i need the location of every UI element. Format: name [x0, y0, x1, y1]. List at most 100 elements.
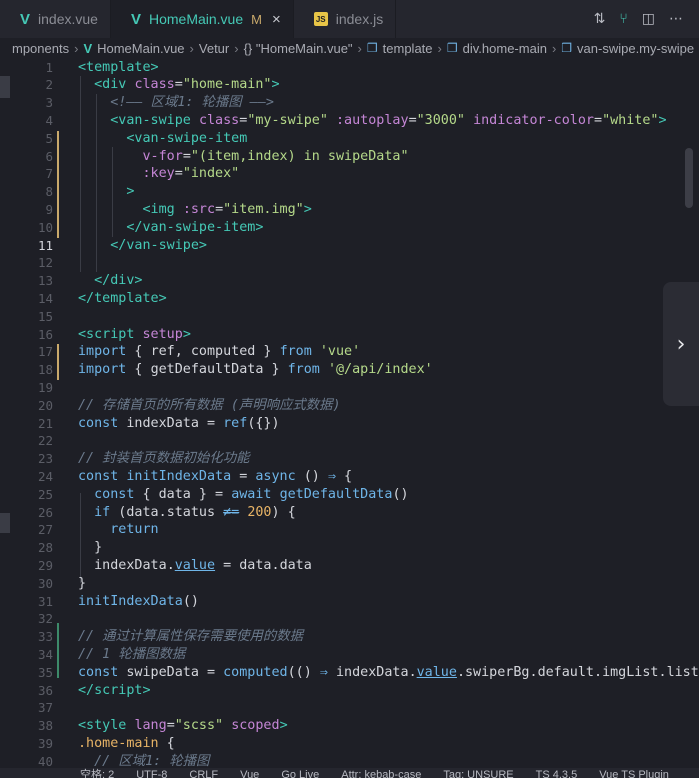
breadcrumb-item[interactable]: mponents — [12, 41, 69, 56]
code-text[interactable]: <img :src="item.img"> — [78, 201, 312, 219]
code-line[interactable]: 20 // 存储首页的所有数据 (声明响应式数据) — [0, 397, 699, 415]
status-item[interactable]: Vue TS Plugin — [599, 768, 669, 778]
code-line[interactable]: 12 — [0, 254, 699, 272]
code-text[interactable]: </van-swipe-item> — [78, 219, 263, 237]
code-line[interactable]: 3 <!—— 区域1: 轮播图 ——> — [0, 94, 699, 112]
code-line[interactable]: 25 const { data } = await getDefaultData… — [0, 486, 699, 504]
code-line[interactable]: 19 — [0, 379, 699, 397]
close-tab-icon[interactable]: × — [272, 11, 281, 28]
code-text[interactable]: <template> — [78, 59, 159, 77]
code-text[interactable]: const { data } = await getDefaultData() — [78, 486, 408, 504]
code-line[interactable]: 14 </template> — [0, 290, 699, 308]
tab-index-js[interactable]: JS index.js — [293, 0, 397, 38]
code-line[interactable]: 1 <template> — [0, 59, 699, 77]
code-text[interactable]: <van-swipe class="my-swipe" :autoplay="3… — [78, 112, 666, 130]
status-item[interactable]: CRLF — [189, 768, 218, 778]
more-icon[interactable]: ⋯ — [669, 11, 683, 27]
code-text[interactable]: } — [78, 575, 86, 593]
code-line[interactable]: 24 const initIndexData = async () ⇒ { — [0, 468, 699, 486]
code-text[interactable]: import { getDefaultData } from '@/api/in… — [78, 361, 433, 379]
status-item[interactable]: Go Live — [281, 768, 319, 778]
code-text[interactable]: .home-main { — [78, 735, 175, 753]
code-line[interactable]: 18 import { getDefaultData } from '@/api/… — [0, 361, 699, 379]
code-text[interactable]: if (data.status ≠= 200) { — [78, 504, 296, 522]
code-text[interactable]: // 1 轮播图数据 — [78, 646, 185, 664]
code-text[interactable]: const swipeData = computed(() ⇒ indexDat… — [78, 664, 699, 682]
code-line[interactable]: 36 </script> — [0, 682, 699, 700]
code-line[interactable]: 35 const swipeData = computed(() ⇒ indexD… — [0, 664, 699, 682]
code-text[interactable]: > — [78, 183, 134, 201]
code-line[interactable]: 38 <style lang="scss" scoped> — [0, 717, 699, 735]
status-item[interactable]: UTF-8 — [136, 768, 167, 778]
code-text[interactable]: // 通过计算属性保存需要使用的数据 — [78, 628, 303, 646]
code-text[interactable]: } — [78, 539, 102, 557]
code-text[interactable]: // 存储首页的所有数据 (声明响应式数据) — [78, 397, 341, 415]
code-text[interactable]: <style lang="scss" scoped> — [78, 717, 288, 735]
code-text[interactable]: // 封装首页数据初始化功能 — [78, 450, 249, 468]
code-line[interactable]: 29 indexData.value = data.data — [0, 557, 699, 575]
code-text[interactable]: return — [78, 521, 158, 539]
code-line[interactable]: 2 <div class="home-main"> — [0, 76, 699, 94]
code-line[interactable]: 7 :key="index" — [0, 165, 699, 183]
code-text[interactable]: :key="index" — [78, 165, 240, 183]
vertical-scrollbar[interactable] — [685, 148, 693, 208]
breadcrumb-item[interactable]: div.home-main — [463, 41, 547, 56]
code-line[interactable]: 13 </div> — [0, 272, 699, 290]
code-line[interactable]: 30} — [0, 575, 699, 593]
status-item[interactable]: Attr: kebab-case — [341, 768, 421, 778]
code-text[interactable]: <van-swipe-item — [78, 130, 247, 148]
code-text[interactable]: <script setup> — [78, 326, 191, 344]
code-text[interactable]: <div class="home-main"> — [78, 76, 279, 94]
status-item[interactable]: Tag: UNSURE — [443, 768, 513, 778]
code-line[interactable]: 27 return — [0, 521, 699, 539]
code-line[interactable]: 9 <img :src="item.img"> — [0, 201, 699, 219]
code-line[interactable]: 8 > — [0, 183, 699, 201]
code-line[interactable]: 21 const indexData = ref({}) — [0, 415, 699, 433]
breadcrumb-item[interactable]: {} "HomeMain.vue" — [244, 41, 353, 56]
branch-icon[interactable]: ⑂ — [619, 11, 627, 27]
code-text[interactable]: <!—— 区域1: 轮播图 ——> — [78, 94, 274, 112]
code-text[interactable]: </van-swipe> — [78, 237, 207, 255]
code-line[interactable]: 16 <script setup> — [0, 326, 699, 344]
code-text[interactable]: </div> — [78, 272, 142, 290]
split-editor-icon[interactable]: ◫ — [642, 11, 655, 27]
tab-homemain-vue[interactable]: V HomeMain.vue M × — [110, 0, 294, 38]
code-line[interactable]: 34 // 1 轮播图数据 — [0, 646, 699, 664]
status-item[interactable]: 空格: 2 — [80, 768, 114, 778]
code-line[interactable]: 32 — [0, 610, 699, 628]
next-page-button[interactable]: › — [663, 282, 699, 406]
breadcrumb-item[interactable]: template — [383, 41, 433, 56]
code-line[interactable]: 17 import { ref, computed } from 'vue' — [0, 343, 699, 361]
code-line[interactable]: 4 <van-swipe class="my-swipe" :autoplay=… — [0, 112, 699, 130]
breadcrumb-item[interactable]: HomeMain.vue — [97, 41, 184, 56]
tab-label: index.js — [335, 11, 384, 27]
code-line[interactable]: 31 initIndexData() — [0, 593, 699, 611]
code-line[interactable]: 15 — [0, 308, 699, 326]
code-text[interactable]: v-for="(item,index) in swipeData" — [78, 148, 409, 166]
code-line[interactable]: 37 — [0, 699, 699, 717]
code-line[interactable]: 23 // 封装首页数据初始化功能 — [0, 450, 699, 468]
status-item[interactable]: Vue — [240, 768, 259, 778]
tab-index-vue[interactable]: V index.vue — [0, 0, 111, 38]
code-line[interactable]: 33 // 通过计算属性保存需要使用的数据 — [0, 628, 699, 646]
code-line[interactable]: 11 </van-swipe> — [0, 237, 699, 255]
code-text[interactable]: indexData.value = data.data — [78, 557, 312, 575]
breadcrumb-item[interactable]: Vetur — [199, 41, 229, 56]
code-line[interactable]: 5 <van-swipe-item — [0, 130, 699, 148]
code-line[interactable]: 26 if (data.status ≠= 200) { — [0, 504, 699, 522]
code-line[interactable]: 10 </van-swipe-item> — [0, 219, 699, 237]
breadcrumb-item[interactable]: van-swipe.my-swipe — [577, 41, 694, 56]
compare-icon[interactable]: ⇅ — [594, 11, 606, 27]
code-text[interactable]: initIndexData() — [78, 593, 199, 611]
code-text[interactable]: import { ref, computed } from 'vue' — [78, 343, 360, 361]
code-text[interactable]: const indexData = ref({}) — [78, 415, 280, 433]
code-text[interactable]: </template> — [78, 290, 167, 308]
code-line[interactable]: 39 .home-main { — [0, 735, 699, 753]
code-line[interactable]: 6 v-for="(item,index) in swipeData" — [0, 148, 699, 166]
code-line[interactable]: 22 — [0, 432, 699, 450]
code-editor[interactable]: 1 <template> 2 <div class="home-main"> 3 <!… — [0, 58, 699, 778]
code-text[interactable]: const initIndexData = async () ⇒ { — [78, 468, 352, 486]
code-line[interactable]: 28 } — [0, 539, 699, 557]
code-text[interactable]: </script> — [78, 682, 151, 700]
status-item[interactable]: TS 4.3.5 — [536, 768, 578, 778]
